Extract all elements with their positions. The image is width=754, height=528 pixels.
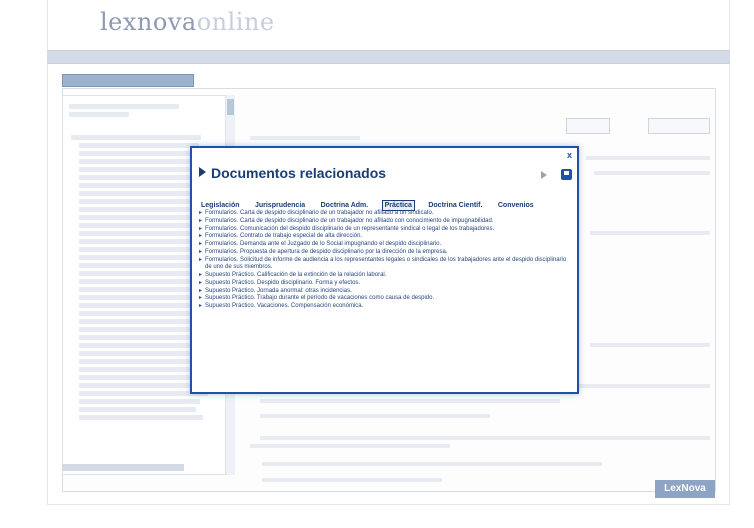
doc-text-line: [260, 399, 560, 403]
logo-suffix: online: [196, 8, 275, 36]
doc-text-line: [262, 462, 602, 466]
doc-text-line: [260, 436, 710, 440]
next-arrow-icon[interactable]: [541, 171, 547, 179]
doc-text-line: [250, 444, 450, 448]
result-link[interactable]: Formularios. Carta de despido disciplina…: [199, 210, 571, 218]
tab-jurisprudencia[interactable]: Jurisprudencia: [253, 201, 307, 210]
doc-text-line: [262, 478, 442, 482]
doc-text-line: [590, 343, 710, 347]
print-icon[interactable]: [561, 169, 572, 180]
modal-title-text: Documentos relacionados: [211, 165, 387, 181]
tab-doctrina-adm[interactable]: Doctrina Adm.: [319, 201, 371, 210]
close-icon[interactable]: x: [567, 150, 572, 160]
result-link[interactable]: Formularios. Contrato de trabajo especia…: [199, 233, 571, 241]
tab-doctrina-cientifica[interactable]: Doctrina Científ.: [426, 201, 484, 210]
doc-heading-line: [250, 136, 360, 140]
logo-tagline: [101, 36, 103, 43]
toolbar-option-button[interactable]: [566, 118, 610, 134]
doc-link-line: [586, 156, 710, 160]
result-link[interactable]: Formularios. Solicitud de informe de aud…: [199, 257, 571, 272]
footer-logo[interactable]: LexNova: [655, 480, 715, 498]
tab-convenios[interactable]: Convenios: [496, 201, 536, 210]
result-link[interactable]: Supuesto Práctico. Despido disciplinario…: [199, 280, 571, 288]
module-tab[interactable]: [62, 74, 194, 87]
modal-title: Documentos relacionados: [199, 165, 386, 181]
doc-text-line: [590, 231, 710, 235]
main-navbar: [47, 50, 730, 64]
related-documents-modal: x Documentos relacionados Legislación Ju…: [190, 146, 579, 394]
result-link[interactable]: Formularios. Propuesta de apertura de de…: [199, 249, 571, 257]
triangle-icon: [199, 167, 206, 177]
result-link[interactable]: Formularios. Demanda ante el Juzgado de …: [199, 241, 571, 249]
result-link[interactable]: Supuesto Práctico. Jornada anormal: otra…: [199, 288, 571, 296]
doc-link-line: [594, 171, 710, 175]
result-link[interactable]: Formularios. Carta de despido disciplina…: [199, 218, 571, 226]
result-link[interactable]: Supuesto Práctico. Calificación de la ex…: [199, 272, 571, 280]
logo-main: lexnova: [100, 8, 197, 36]
result-link[interactable]: Supuesto Práctico. Trabajo durante el pe…: [199, 295, 571, 303]
results-list: Formularios. Carta de despido disciplina…: [199, 210, 571, 311]
tab-legislacion[interactable]: Legislación: [199, 201, 242, 210]
doc-text-line: [260, 414, 490, 418]
toolbar-select-button[interactable]: [648, 118, 710, 134]
result-link[interactable]: Formularios. Comunicación del despido di…: [199, 226, 571, 234]
tree-scroll-thumb[interactable]: [227, 99, 234, 115]
tree-horizontal-scrollbar[interactable]: [62, 464, 184, 471]
result-link[interactable]: Supuesto Práctico. Vacaciones. Compensac…: [199, 303, 571, 311]
app-logo[interactable]: lexnovaonline: [100, 8, 275, 36]
